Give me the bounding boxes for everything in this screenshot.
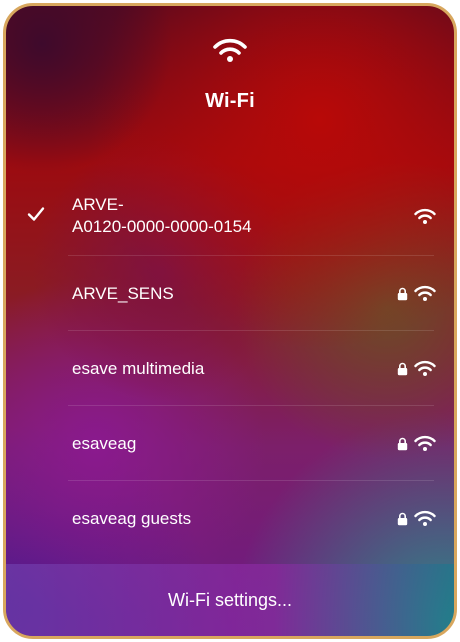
checkmark-icon bbox=[27, 207, 45, 221]
wifi-signal-icon bbox=[414, 285, 436, 301]
wifi-icon bbox=[213, 38, 247, 62]
network-name: esaveag bbox=[72, 433, 137, 453]
network-name: ARVE- A0120-0000-0000-0154 bbox=[72, 194, 372, 238]
wifi-settings-button[interactable]: Wi-Fi settings... bbox=[168, 590, 292, 611]
network-name-line2: A0120-0000-0000-0154 bbox=[72, 217, 252, 236]
lock-icon bbox=[397, 437, 408, 450]
wifi-signal-icon bbox=[414, 435, 436, 451]
network-status-icons bbox=[397, 359, 436, 379]
network-row-esaveag-guests[interactable]: esaveag guests bbox=[6, 481, 454, 556]
network-row-arve-a0120[interactable]: ARVE- A0120-0000-0000-0154 bbox=[6, 176, 454, 256]
wifi-signal-icon bbox=[414, 208, 436, 224]
network-row-esave-multimedia[interactable]: esave multimedia bbox=[6, 331, 454, 406]
network-name: esave multimedia bbox=[72, 358, 205, 378]
wifi-signal-icon bbox=[414, 360, 436, 376]
lock-icon bbox=[397, 512, 408, 525]
footer-bar: Wi-Fi settings... bbox=[6, 564, 454, 636]
network-name: ARVE_SENS bbox=[72, 283, 174, 303]
lock-icon bbox=[397, 287, 408, 300]
network-row-esaveag[interactable]: esaveag bbox=[6, 406, 454, 481]
page-title: Wi-Fi bbox=[205, 90, 255, 112]
network-name: esaveag guests bbox=[72, 508, 192, 528]
network-status-icons bbox=[397, 509, 436, 529]
lock-icon bbox=[397, 362, 408, 375]
network-status-icons bbox=[397, 284, 436, 304]
network-status-icons bbox=[414, 206, 436, 226]
wifi-header: Wi-Fi bbox=[6, 38, 454, 113]
network-list: ARVE- A0120-0000-0000-0154 ARVE_SENS esa… bbox=[6, 176, 454, 556]
page-frame: Wi-Fi ARVE- A0120-0000-0000-0154 ARVE_SE… bbox=[0, 0, 460, 642]
network-row-arve-sens[interactable]: ARVE_SENS bbox=[6, 256, 454, 331]
network-status-icons bbox=[397, 434, 436, 454]
wifi-signal-icon bbox=[414, 510, 436, 526]
network-name-line1: ARVE- bbox=[72, 195, 124, 214]
wifi-panel: Wi-Fi ARVE- A0120-0000-0000-0154 ARVE_SE… bbox=[3, 3, 457, 639]
